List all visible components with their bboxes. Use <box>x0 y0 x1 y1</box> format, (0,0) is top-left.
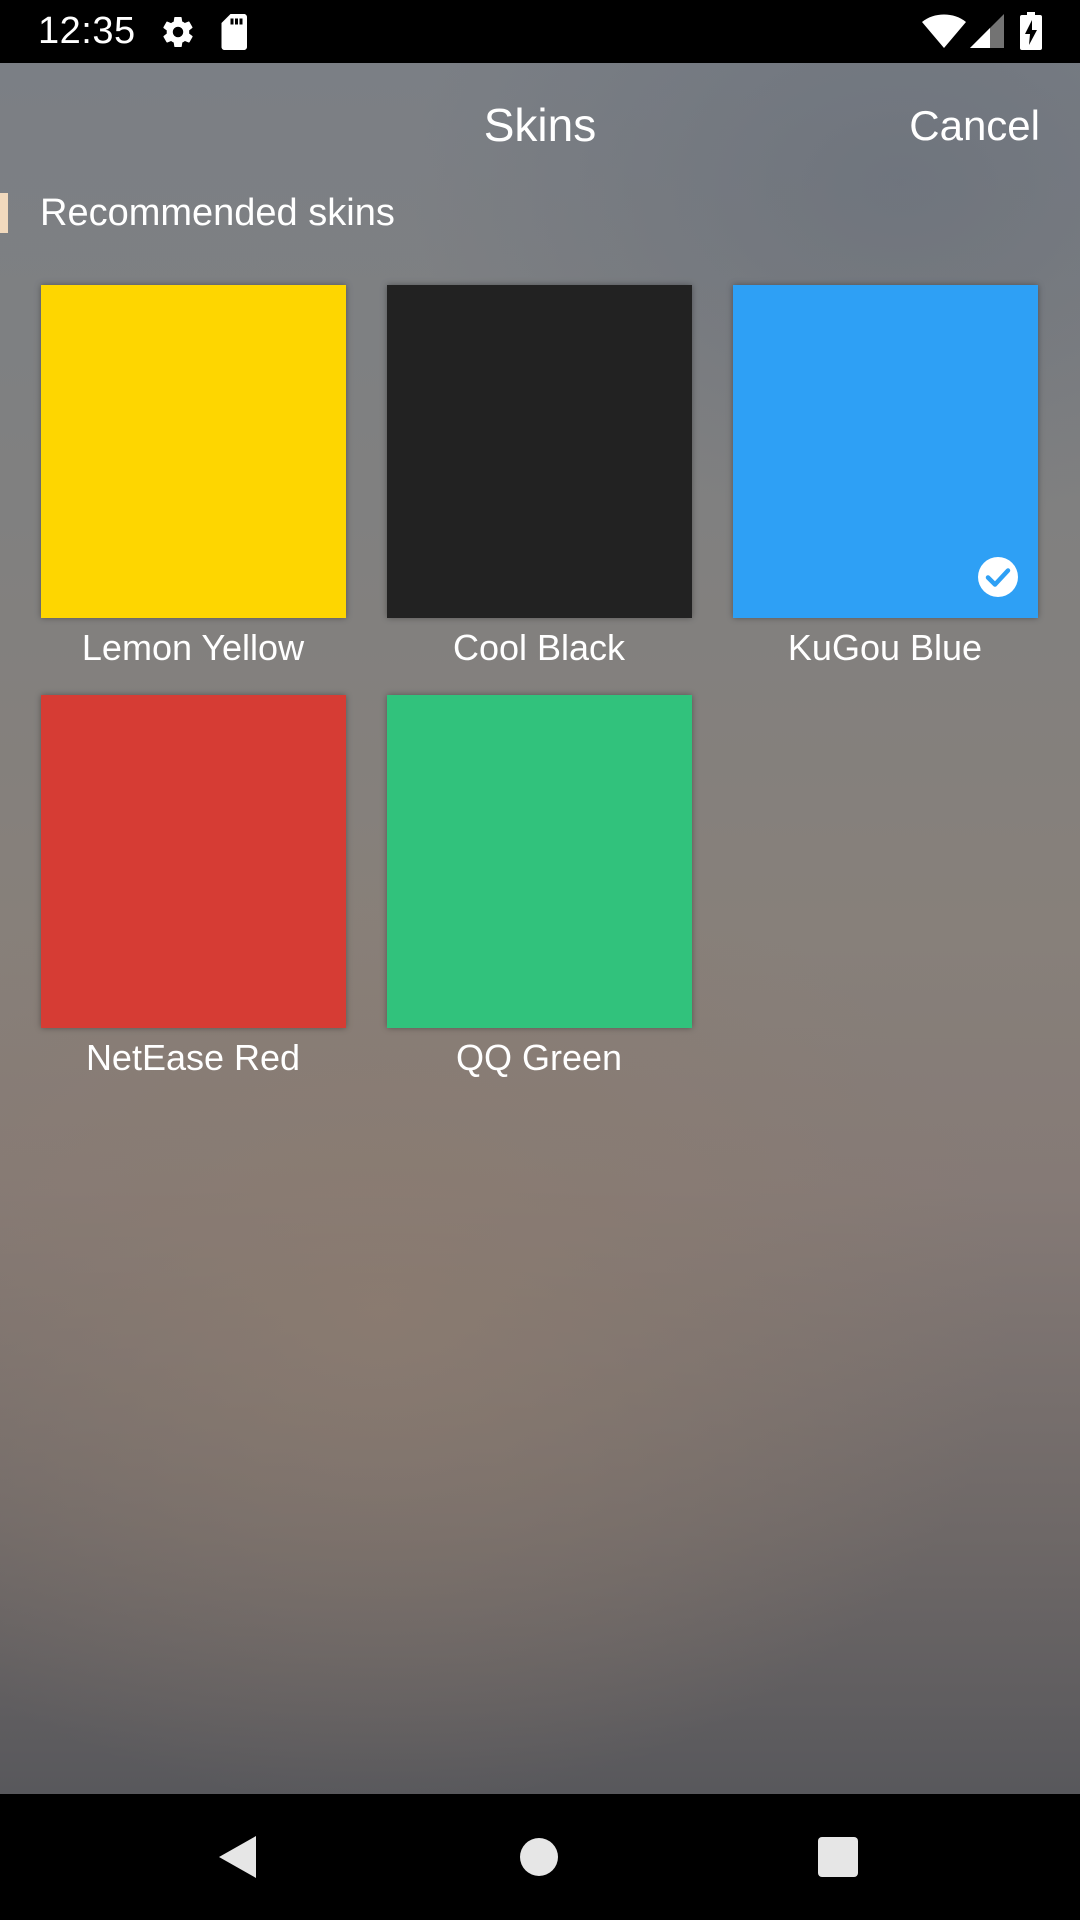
skin-swatch[interactable] <box>387 285 692 618</box>
skin-item-cool-black[interactable]: Cool Black <box>366 285 706 685</box>
back-icon[interactable] <box>206 1824 272 1890</box>
skin-swatch[interactable] <box>41 285 346 618</box>
navigation-bar <box>0 1794 1080 1920</box>
skin-label: Lemon Yellow <box>81 627 305 668</box>
sd-card-icon <box>220 14 250 50</box>
check-circle-icon <box>977 556 1019 598</box>
battery-charging-icon <box>1020 12 1042 50</box>
wifi-icon <box>922 14 966 48</box>
skin-item-lemon-yellow[interactable]: Lemon Yellow <box>20 285 360 685</box>
skin-label: KuGou Blue <box>787 627 983 668</box>
recents-icon[interactable] <box>805 1824 871 1890</box>
skin-label: Cool Black <box>452 627 626 668</box>
skin-label: NetEase Red <box>85 1037 301 1078</box>
status-bar: 12:35 <box>0 0 1080 63</box>
skin-label: QQ Green <box>455 1037 623 1078</box>
gear-icon <box>160 14 196 50</box>
cell-signal-icon <box>970 14 1004 48</box>
home-icon[interactable] <box>506 1824 572 1890</box>
skin-grid: Lemon Yellow Cool Black KuGou Blue NetEa… <box>0 63 1080 1263</box>
status-time: 12:35 <box>38 10 136 52</box>
skin-item-netease-red[interactable]: NetEase Red <box>20 695 360 1095</box>
skins-screen: Skins Cancel Recommended skins Lemon Yel… <box>0 63 1080 1794</box>
skin-item-qq-green[interactable]: QQ Green <box>366 695 706 1095</box>
skin-swatch[interactable] <box>41 695 346 1028</box>
skin-swatch[interactable] <box>733 285 1038 618</box>
skin-item-kugou-blue[interactable]: KuGou Blue <box>712 285 1052 685</box>
skin-swatch[interactable] <box>387 695 692 1028</box>
